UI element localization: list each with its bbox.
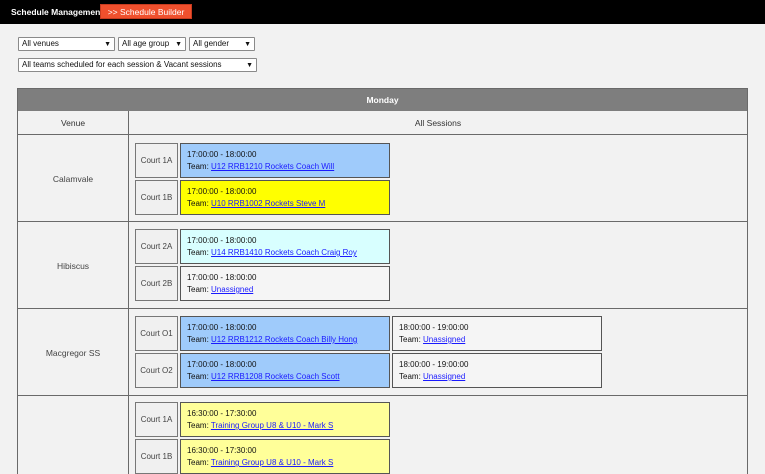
day-header: Monday [18, 89, 747, 111]
team-prefix: Team: [399, 335, 421, 344]
session-team-line: Team: U10 RRB1002 Rockets Steve M [187, 198, 389, 210]
team-link[interactable]: U12 RRB1210 Rockets Coach Will [211, 162, 334, 171]
venue-name: Calamvale [52, 174, 94, 184]
session-cell[interactable]: 18:00:00 - 19:00:00 Team: Unassigned [392, 316, 602, 351]
row-divider [18, 221, 747, 222]
session-team-line: Team: U12 RRB1208 Rockets Coach Scott [187, 371, 389, 383]
session-cell[interactable]: 17:00:00 - 18:00:00 Team: U10 RRB1002 Ro… [180, 180, 390, 215]
sessions-column-header: All Sessions [129, 111, 747, 135]
session-cell[interactable]: 17:00:00 - 18:00:00 Team: U12 RRB1210 Ro… [180, 143, 390, 178]
team-prefix: Team: [187, 421, 209, 430]
session-team-line: Team: Unassigned [399, 334, 601, 346]
schedule-builder-button[interactable]: >> Schedule Builder [100, 4, 192, 19]
session-cell[interactable]: 18:00:00 - 19:00:00 Team: Unassigned [392, 353, 602, 388]
session-time: 18:00:00 - 19:00:00 [399, 323, 469, 332]
scheduled-filter-value: All teams scheduled for each session & V… [22, 60, 222, 69]
session-team-line: Team: U14 RRB1410 Rockets Coach Craig Ro… [187, 247, 389, 259]
session-cell[interactable]: 16:30:00 - 17:30:00 Team: Training Group… [180, 402, 390, 437]
chevron-down-icon: ▼ [246, 62, 253, 69]
column-divider [128, 111, 129, 474]
team-link[interactable]: Unassigned [423, 335, 465, 344]
team-link[interactable]: Training Group U8 & U10 - Mark S [211, 458, 333, 467]
session-cell[interactable]: 17:00:00 - 18:00:00 Team: U12 RRB1208 Ro… [180, 353, 390, 388]
session-time: 17:00:00 - 18:00:00 [187, 273, 257, 282]
team-link[interactable]: U10 RRB1002 Rockets Steve M [211, 199, 325, 208]
session-team-line: Team: Unassigned [399, 371, 601, 383]
session-team-line: Team: Training Group U8 & U10 - Mark S [187, 457, 389, 469]
team-link[interactable]: U12 RRB1212 Rockets Coach Billy Hong [211, 335, 357, 344]
team-prefix: Team: [187, 199, 209, 208]
session-time: 16:30:00 - 17:30:00 [187, 446, 257, 455]
chevron-down-icon: ▼ [175, 41, 182, 48]
team-prefix: Team: [187, 372, 209, 381]
gender-select-value: All gender [193, 39, 230, 48]
session-time: 17:00:00 - 18:00:00 [187, 150, 257, 159]
team-prefix: Team: [399, 372, 421, 381]
session-team-line: Team: U12 RRB1210 Rockets Coach Will [187, 161, 389, 173]
team-link[interactable]: Unassigned [423, 372, 465, 381]
session-cell[interactable]: 16:30:00 - 17:30:00 Team: Training Group… [180, 439, 390, 474]
venue-name: Macgregor SS [45, 348, 101, 358]
age-group-select-value: All age group [122, 39, 170, 48]
schedule-grid: Monday Venue All Sessions Calamvale Cour… [17, 88, 748, 474]
court-label: Court 1A [135, 402, 178, 437]
row-divider [18, 308, 747, 309]
team-prefix: Team: [187, 248, 209, 257]
court-label: Court 1A [135, 143, 178, 178]
team-link[interactable]: U14 RRB1410 Rockets Coach Craig Roy [211, 248, 357, 257]
chevron-down-icon: ▼ [104, 41, 111, 48]
session-team-line: Team: Training Group U8 & U10 - Mark S [187, 420, 389, 432]
session-team-line: Team: U12 RRB1212 Rockets Coach Billy Ho… [187, 334, 389, 346]
court-label: Court 2A [135, 229, 178, 264]
team-link[interactable]: Unassigned [211, 285, 253, 294]
team-link[interactable]: U12 RRB1208 Rockets Coach Scott [211, 372, 340, 381]
session-time: 18:00:00 - 19:00:00 [399, 360, 469, 369]
session-time: 17:00:00 - 18:00:00 [187, 323, 257, 332]
court-label: Court 1B [135, 180, 178, 215]
session-cell[interactable]: 17:00:00 - 18:00:00 Team: Unassigned [180, 266, 390, 301]
session-team-line: Team: Unassigned [187, 284, 389, 296]
page-title: Schedule Management [11, 7, 104, 17]
court-label: Court O2 [135, 353, 178, 388]
venue-name: Hibiscus [56, 261, 90, 271]
session-time: 16:30:00 - 17:30:00 [187, 409, 257, 418]
session-time: 17:00:00 - 18:00:00 [187, 360, 257, 369]
scheduled-filter-select[interactable]: All teams scheduled for each session & V… [18, 58, 257, 72]
session-time: 17:00:00 - 18:00:00 [187, 236, 257, 245]
chevron-down-icon: ▼ [244, 41, 251, 48]
court-label: Court 2B [135, 266, 178, 301]
venues-select-value: All venues [22, 39, 59, 48]
team-prefix: Team: [187, 285, 209, 294]
team-prefix: Team: [187, 335, 209, 344]
team-link[interactable]: Training Group U8 & U10 - Mark S [211, 421, 333, 430]
venues-select[interactable]: All venues ▼ [18, 37, 115, 51]
venue-column-header: Venue [18, 111, 128, 135]
row-divider [18, 395, 747, 396]
team-prefix: Team: [187, 458, 209, 467]
age-group-select[interactable]: All age group ▼ [118, 37, 186, 51]
session-cell[interactable]: 17:00:00 - 18:00:00 Team: U12 RRB1212 Ro… [180, 316, 390, 351]
session-cell[interactable]: 17:00:00 - 18:00:00 Team: U14 RRB1410 Ro… [180, 229, 390, 264]
top-bar: Schedule Management >> Schedule Builder [0, 0, 765, 24]
gender-select[interactable]: All gender ▼ [189, 37, 255, 51]
court-label: Court 1B [135, 439, 178, 474]
session-time: 17:00:00 - 18:00:00 [187, 187, 257, 196]
court-label: Court O1 [135, 316, 178, 351]
team-prefix: Team: [187, 162, 209, 171]
